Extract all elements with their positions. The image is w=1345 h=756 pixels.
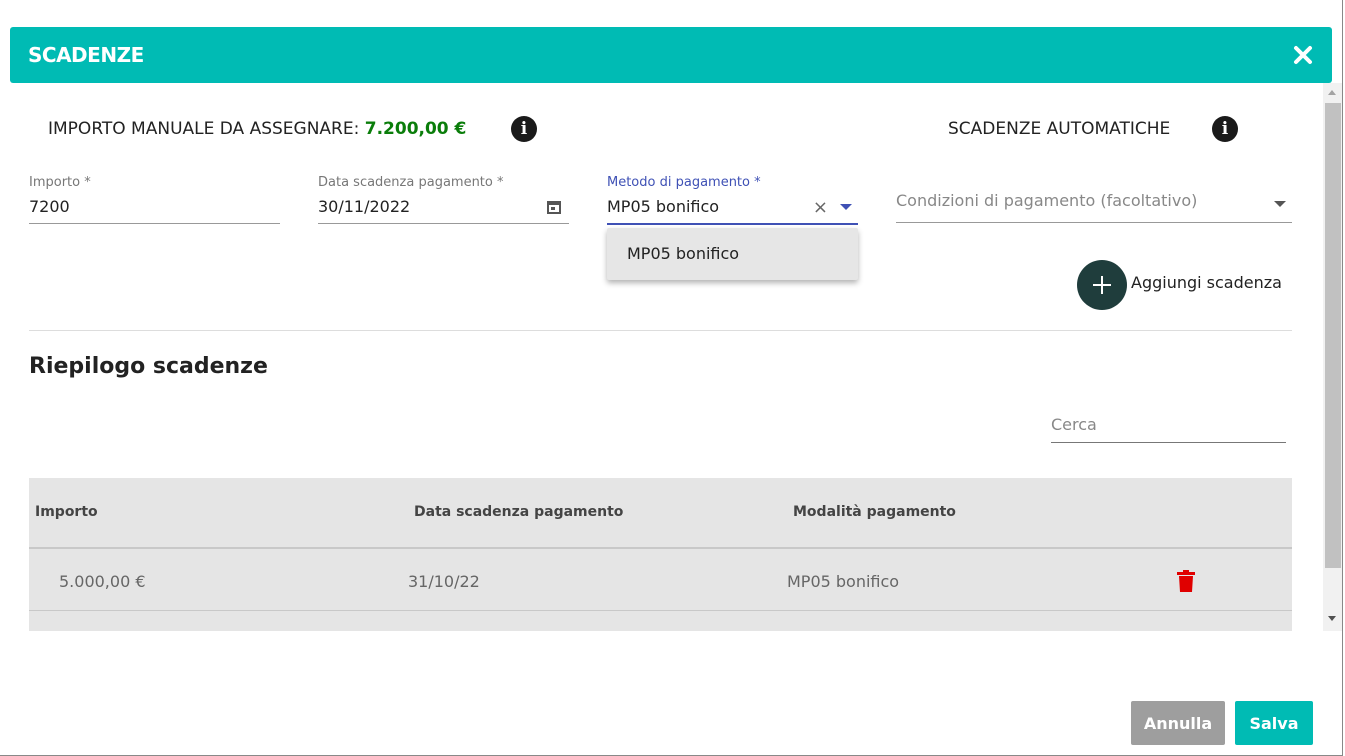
metodo-pagamento-dropdown: MP05 bonifico (607, 228, 858, 280)
condizioni-pagamento-field[interactable]: Condizioni di pagamento (facoltativo) (896, 175, 1292, 223)
calendar-icon[interactable] (547, 201, 561, 214)
manual-amount-value: 7.200,00 € (364, 119, 467, 139)
manual-info-icon[interactable]: i (511, 116, 537, 142)
cancel-button[interactable]: Annulla (1131, 701, 1225, 745)
vertical-scrollbar[interactable] (1323, 83, 1342, 631)
add-scadenza-label[interactable]: Aggiungi scadenza (1131, 273, 1282, 292)
save-button[interactable]: Salva (1235, 701, 1313, 745)
column-header-data[interactable]: Data scadenza pagamento (414, 504, 623, 520)
search-underline (1051, 442, 1286, 443)
dialog-content: IMPORTO MANUALE DA ASSEGNARE: 7.200,00 €… (0, 83, 1322, 631)
summary-title: Riepilogo scadenze (29, 354, 268, 379)
manual-amount-label: IMPORTO MANUALE DA ASSEGNARE: (48, 119, 365, 139)
importo-label: Importo * (29, 175, 91, 190)
automatic-heading: SCADENZE AUTOMATICHE (948, 119, 1171, 139)
scadenze-dialog: SCADENZE IMPORTO MANUALE DA ASSEGNARE: 7… (0, 0, 1343, 756)
dialog-header: SCADENZE (10, 27, 1332, 83)
scroll-down-icon[interactable] (1328, 616, 1336, 621)
scroll-up-icon[interactable] (1328, 90, 1336, 95)
scadenze-table: Importo Data scadenza pagamento Modalità… (29, 478, 1292, 631)
close-icon[interactable] (1292, 44, 1314, 66)
chevron-down-icon[interactable] (840, 204, 852, 210)
clear-icon[interactable]: × (813, 197, 828, 218)
metodo-pagamento-label: Metodo di pagamento * (607, 175, 761, 190)
condizioni-pagamento-underline (896, 222, 1292, 223)
automatic-info-icon[interactable]: i (1212, 116, 1238, 142)
add-scadenza-button[interactable] (1077, 260, 1127, 310)
dialog-title: SCADENZE (28, 43, 144, 67)
search-field[interactable]: Cerca (1051, 415, 1286, 443)
manual-amount-heading: IMPORTO MANUALE DA ASSEGNARE: 7.200,00 € (48, 119, 466, 139)
trash-icon[interactable] (1177, 570, 1195, 592)
data-scadenza-input[interactable]: 30/11/2022 (318, 193, 569, 223)
metodo-pagamento-underline (607, 223, 858, 225)
data-scadenza-underline (318, 223, 569, 224)
importo-input[interactable]: 7200 (29, 193, 280, 223)
table-header: Importo Data scadenza pagamento Modalità… (29, 478, 1292, 549)
condizioni-pagamento-select[interactable]: Condizioni di pagamento (facoltativo) (896, 191, 1292, 222)
table-row: 5.000,00 € 31/10/22 MP05 bonifico (29, 550, 1292, 611)
section-divider (29, 330, 1292, 331)
dropdown-option[interactable]: MP05 bonifico (627, 244, 739, 263)
row-data: 31/10/22 (408, 572, 480, 591)
row-modalita: MP05 bonifico (787, 572, 900, 591)
importo-underline (29, 223, 280, 224)
metodo-pagamento-field[interactable]: Metodo di pagamento * MP05 bonifico × (607, 175, 858, 225)
scroll-thumb[interactable] (1325, 103, 1341, 568)
search-input[interactable]: Cerca (1051, 415, 1286, 442)
column-header-importo[interactable]: Importo (35, 504, 98, 520)
column-header-modalita[interactable]: Modalità pagamento (793, 504, 956, 520)
condizioni-chevron-down-icon[interactable] (1274, 201, 1286, 207)
row-importo: 5.000,00 € (59, 572, 146, 591)
data-scadenza-field[interactable]: Data scadenza pagamento * 30/11/2022 (318, 175, 569, 224)
data-scadenza-label: Data scadenza pagamento * (318, 175, 504, 190)
importo-field[interactable]: Importo * 7200 (29, 175, 280, 224)
